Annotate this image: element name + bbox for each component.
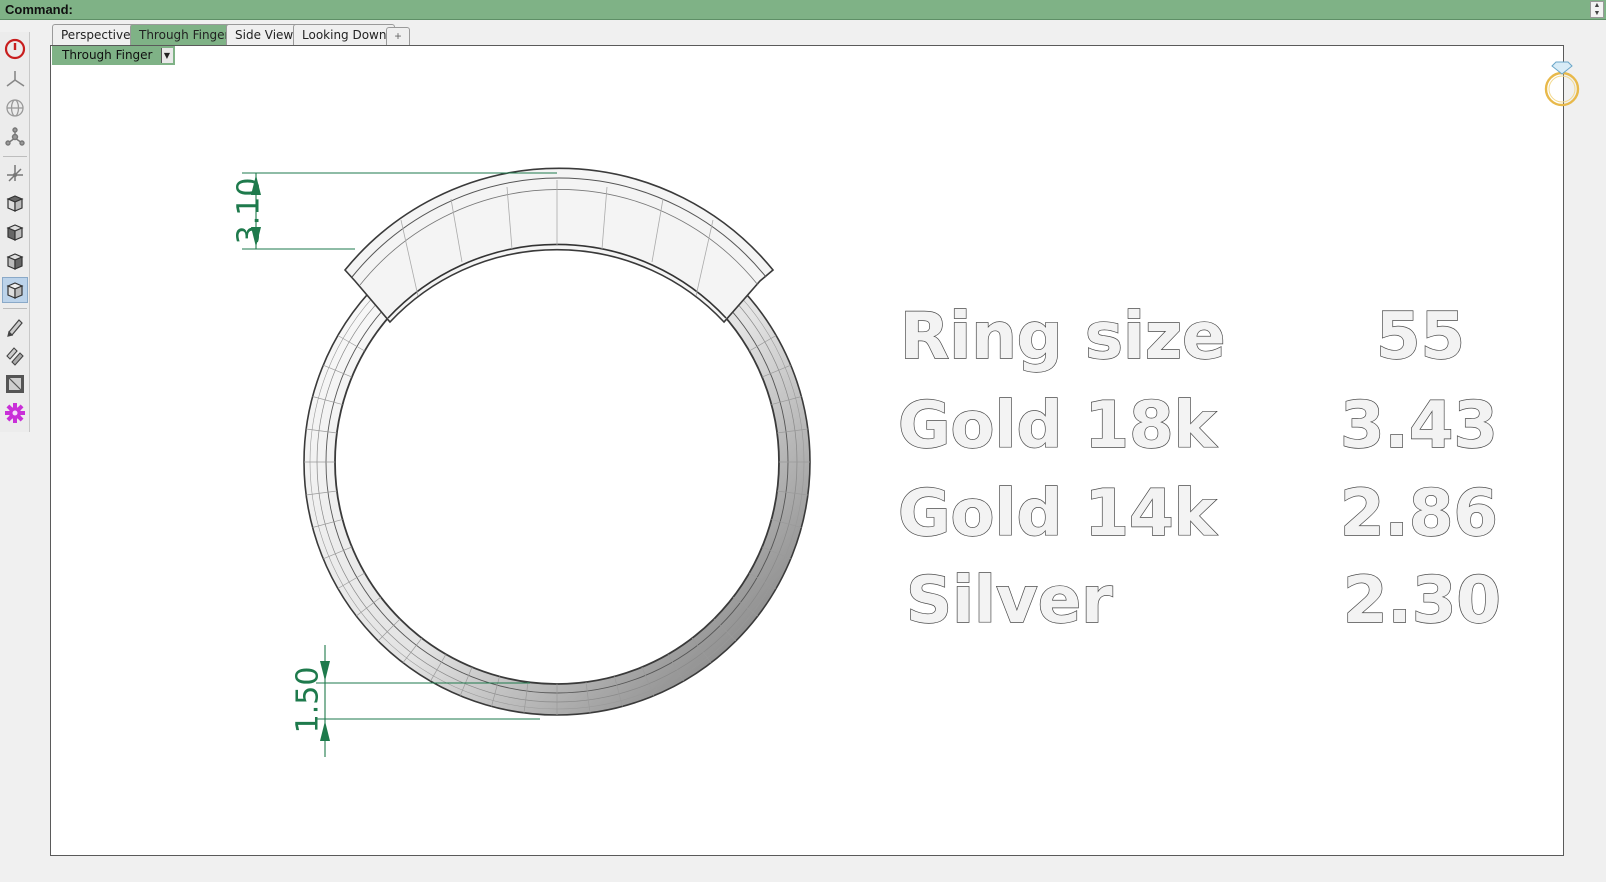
silver-value: 2.30 [1343,564,1501,638]
weight-table: Ring size 55 Gold 18k 3.43 Gold 14k 2.86… [897,299,1501,638]
gold-18k-value: 3.43 [1340,389,1498,463]
viewport-scene: 3.10 1.50 Ring size 55 Gold 18k 3.43 Gol… [232,61,1580,757]
ring-size-value: 55 [1376,300,1465,374]
ring-icon[interactable] [1544,61,1580,107]
dimension-top-label: 3.10 [232,178,267,245]
gold-14k-label: Gold 14k [898,477,1218,551]
gold-18k-label: Gold 18k [898,389,1218,463]
gold-14k-value: 2.86 [1340,477,1498,551]
ring-size-label: Ring size [900,300,1226,374]
silver-label: Silver [906,564,1113,638]
app-window: Command: ▲ ▼ Perspective Through Finger … [0,0,1606,882]
ring-model[interactable] [303,167,811,716]
dimension-bottom-label: 1.50 [291,667,326,734]
